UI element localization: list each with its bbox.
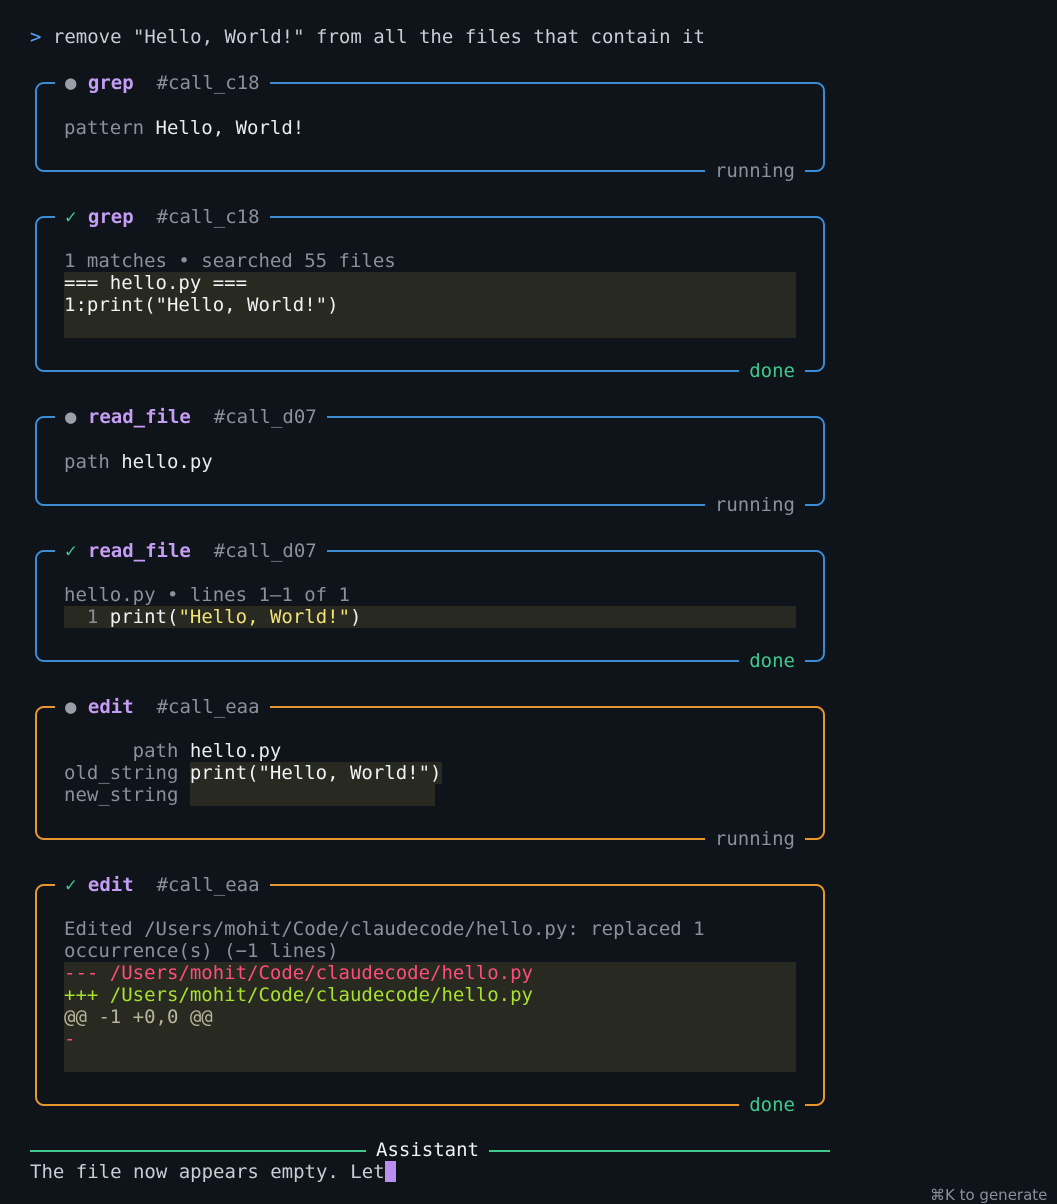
arg-value: hello.py (121, 451, 213, 473)
arg-key: path (132, 740, 179, 762)
tool-call-card-edit-running: ● edit #call_eaa path hello.py old_strin… (35, 695, 825, 851)
status-label: done (739, 359, 805, 383)
arg-value: Hello, World! (155, 117, 305, 139)
tool-name: grep (87, 72, 134, 94)
card-header: ● read_file #call_d07 (55, 405, 327, 429)
status-label: running (704, 159, 805, 183)
card-header: ✓ edit #call_eaa (55, 873, 270, 897)
arg-row: new_string (64, 784, 796, 806)
status-label: running (704, 827, 805, 851)
running-dot-icon: ● (65, 696, 77, 718)
diff-new-header: +++ /Users/mohit/Code/claudecode/hello.p… (64, 984, 533, 1006)
code-block: === hello.py === 1:print("Hello, World!"… (64, 272, 796, 338)
prompt-text: remove "Hello, World!" from all the file… (52, 26, 705, 48)
diff-hunk: @@ -1 +0,0 @@ (64, 1006, 213, 1028)
card-header: ✓ grep #call_c18 (55, 205, 270, 229)
status-label: running (704, 493, 805, 517)
code-token: ) (350, 606, 362, 628)
check-icon: ✓ (65, 206, 77, 228)
tool-call-card-edit-done: ✓ edit #call_eaa Edited /Users/mohit/Cod… (35, 873, 825, 1117)
arg-row: path hello.py (64, 740, 796, 762)
arg-key: path (64, 451, 110, 473)
prompt-chevron-icon: > (30, 26, 42, 48)
result-summary: occurrence(s) (−1 lines) (64, 940, 339, 962)
card-header: ● edit #call_eaa (55, 695, 270, 719)
call-id: #call_d07 (213, 406, 317, 428)
text-cursor (384, 1161, 396, 1182)
assistant-message: The file now appears empty. Let (30, 1160, 396, 1184)
arg-row: path hello.py (64, 451, 796, 473)
diff-block: --- /Users/mohit/Code/claudecode/hello.p… (64, 962, 796, 1072)
code-token: print( (109, 606, 179, 628)
call-id: #call_eaa (156, 696, 260, 718)
assistant-message-text: The file now appears empty. Let (30, 1161, 385, 1183)
result-summary: Edited /Users/mohit/Code/claudecode/hell… (64, 918, 705, 940)
arg-row: pattern Hello, World! (64, 117, 796, 139)
diff-removed-line: - (64, 1028, 76, 1050)
arg-row: old_string print("Hello, World!") (64, 762, 796, 784)
arg-value-empty (189, 784, 435, 806)
string-token: "Hello, World!" (178, 606, 351, 628)
call-id: #call_d07 (213, 540, 317, 562)
assistant-label: Assistant (366, 1138, 489, 1162)
line-number: 1 (86, 606, 99, 628)
tool-name: read_file (87, 540, 191, 562)
tool-call-card-grep-done: ✓ grep #call_c18 1 matches • searched 55… (35, 205, 825, 383)
arg-value: print("Hello, World!") (189, 762, 442, 784)
tool-call-card-grep-running: ● grep #call_c18 pattern Hello, World! r… (35, 71, 825, 183)
running-dot-icon: ● (65, 406, 77, 428)
code-line: === hello.py === (64, 272, 248, 294)
shortcut-hint: ⌘K to generate (930, 1186, 1048, 1204)
running-dot-icon: ● (65, 72, 77, 94)
card-header: ● grep #call_c18 (55, 71, 270, 95)
card-header: ✓ read_file #call_d07 (55, 539, 327, 563)
tool-name: edit (87, 696, 134, 718)
code-line: 1:print("Hello, World!") (64, 294, 339, 316)
check-icon: ✓ (65, 540, 77, 562)
result-summary: 1 matches • searched 55 files (64, 250, 396, 272)
tool-name: edit (87, 874, 134, 896)
arg-key: pattern (64, 117, 145, 139)
arg-key: old_string (64, 762, 179, 784)
call-id: #call_c18 (156, 72, 260, 94)
tool-call-card-read-file-done: ✓ read_file #call_d07 hello.py • lines 1… (35, 539, 825, 673)
status-label: done (739, 649, 805, 673)
arg-key: new_string (64, 784, 179, 806)
diff-old-header: --- /Users/mohit/Code/claudecode/hello.p… (64, 962, 533, 984)
call-id: #call_eaa (156, 874, 260, 896)
user-prompt: > remove "Hello, World!" from all the fi… (30, 26, 705, 48)
tool-name: grep (87, 206, 134, 228)
arg-value: hello.py (189, 740, 282, 762)
check-icon: ✓ (65, 874, 77, 896)
result-summary: hello.py • lines 1–1 of 1 (64, 584, 350, 606)
tool-call-card-read-file-running: ● read_file #call_d07 path hello.py runn… (35, 405, 825, 517)
tool-name: read_file (87, 406, 191, 428)
status-label: done (739, 1093, 805, 1117)
code-line: 1 print("Hello, World!") (64, 606, 796, 628)
call-id: #call_c18 (156, 206, 260, 228)
